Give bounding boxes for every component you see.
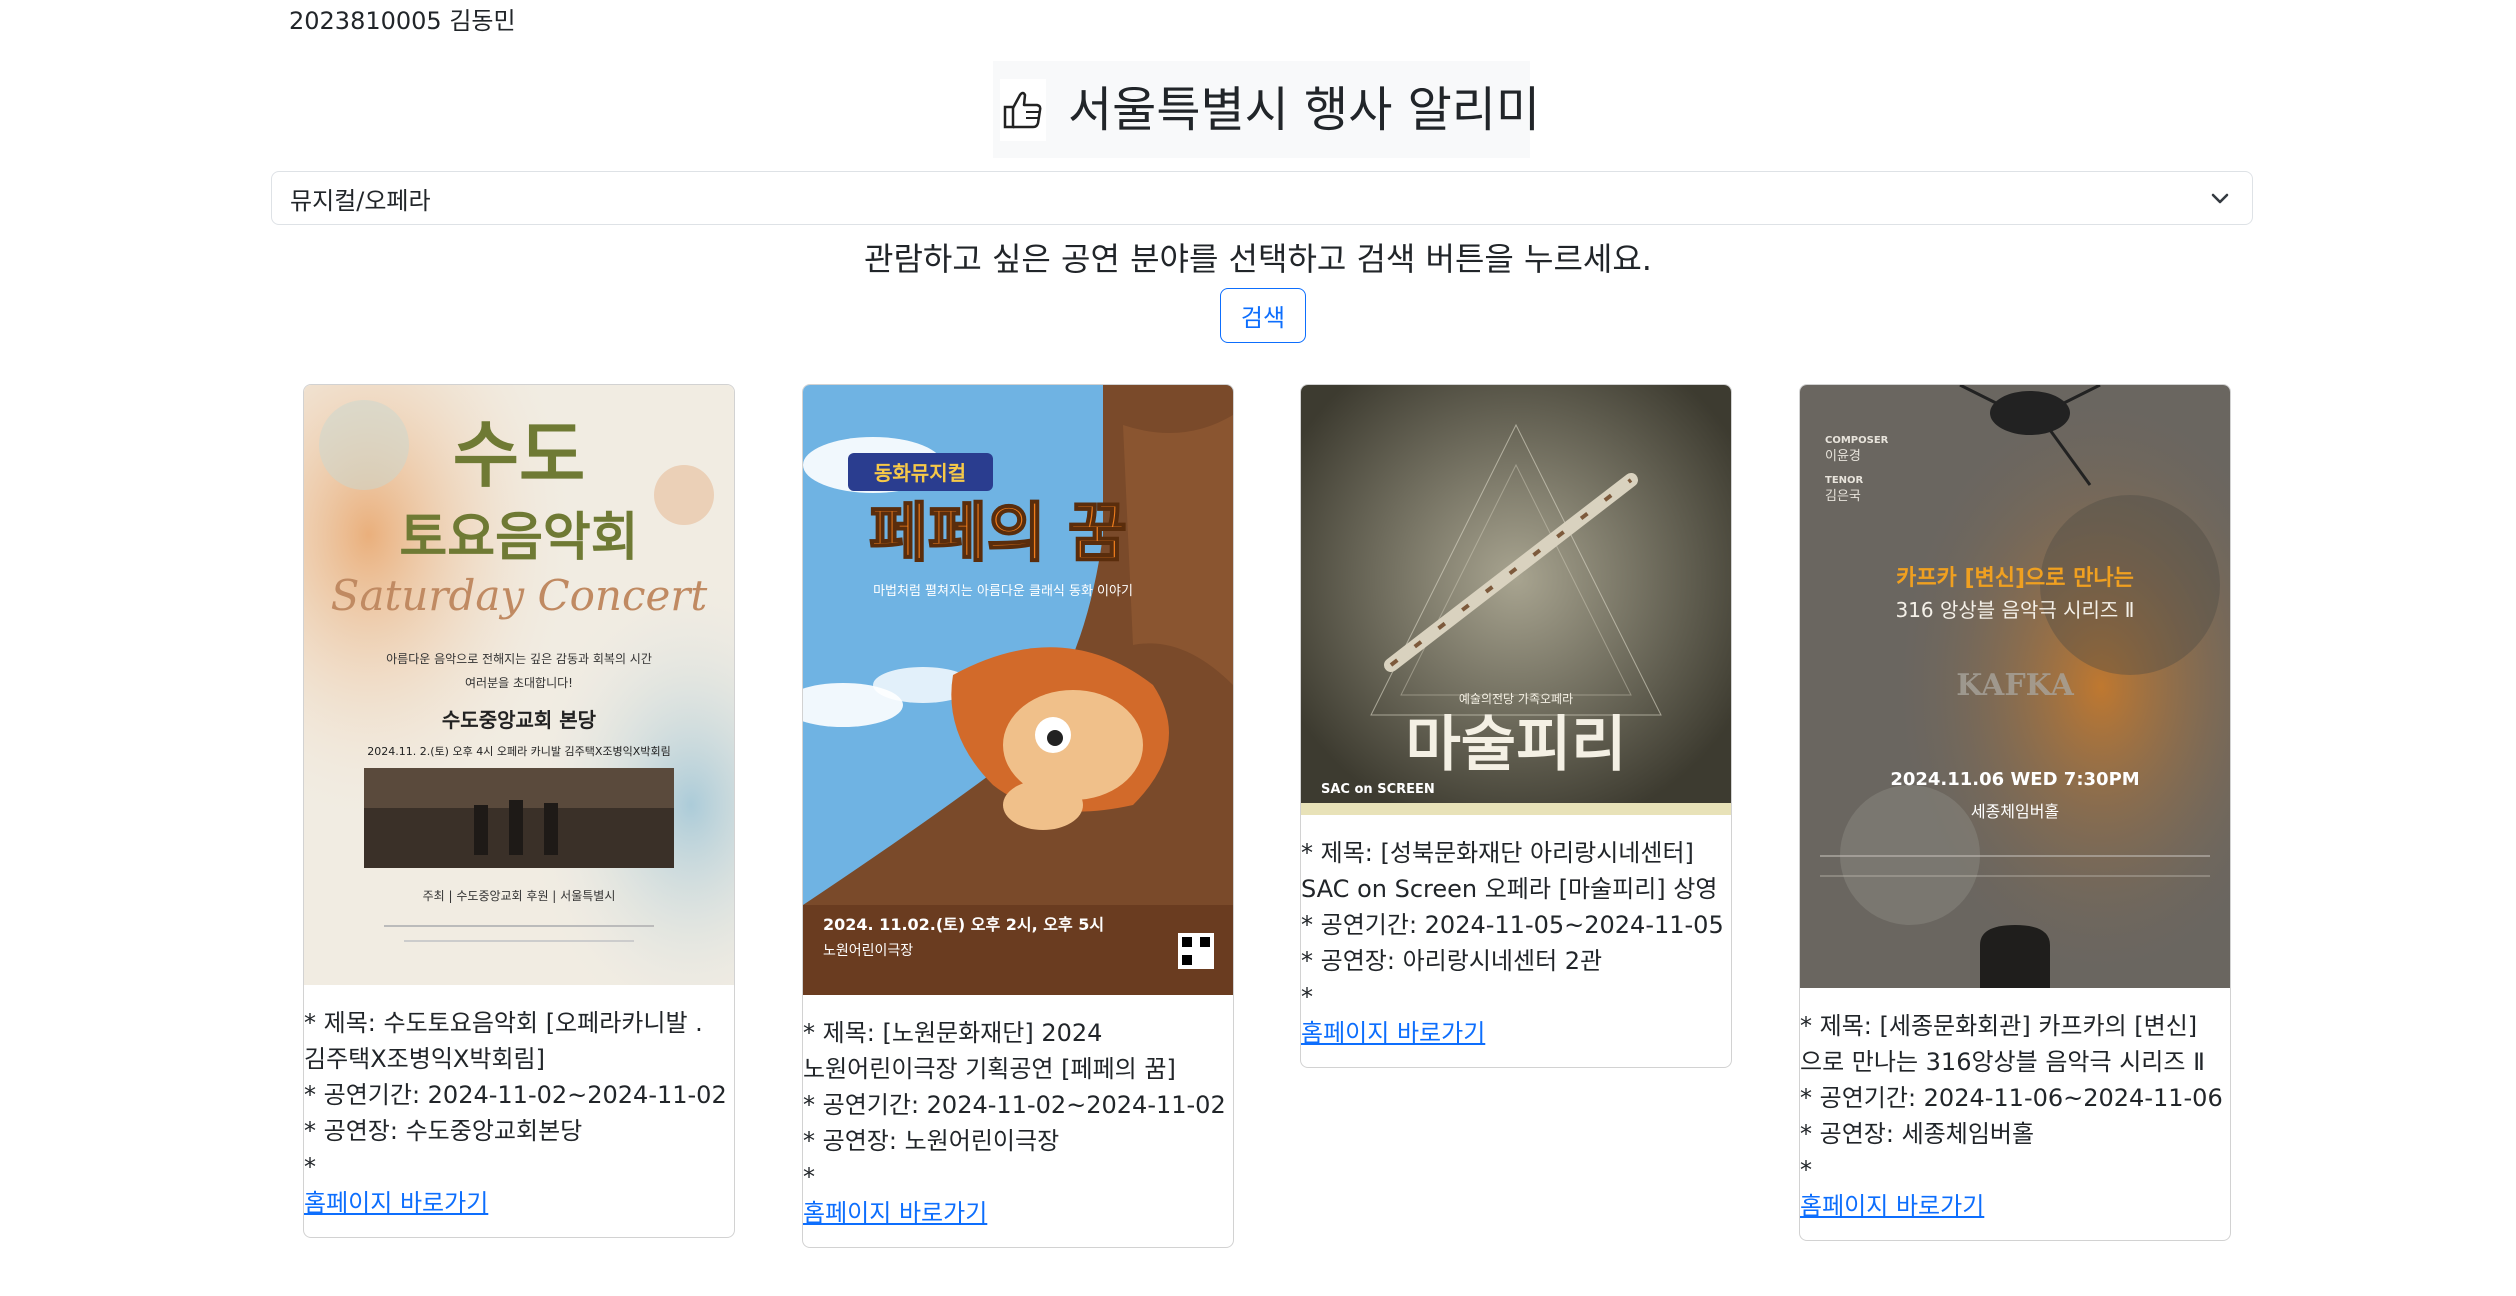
- event-extra: *: [1800, 1156, 1812, 1184]
- poster-image[interactable]: 예술의전당 가족오페라 마술피리 SAC on SCREEN: [1301, 385, 1731, 815]
- poster-tenor: 김은국: [1825, 489, 1861, 504]
- event-extra: *: [803, 1163, 815, 1191]
- event-title: * 제목: 수도토요음악회 [오페라카니발 . 김주택X조병익X박회림]: [304, 1009, 703, 1073]
- event-card: COMPOSER 이윤경 TENOR 김은국 카프카 [변신]으로 만나는 31…: [1799, 384, 2231, 1241]
- poster-headline: 페페의 꿈: [869, 497, 1127, 571]
- poster-host: 주최 | 수도중앙교회 후원 | 서울특별시: [423, 889, 616, 903]
- poster-place: 세종체임버홀: [1971, 802, 2059, 821]
- thumbs-up-icon: [1000, 78, 1046, 141]
- poster-sub: 예술의전당 가족오페라: [1459, 692, 1573, 706]
- homepage-link[interactable]: 홈페이지 바로가기: [803, 1195, 987, 1231]
- poster-image[interactable]: 수도 토요음악회 Saturday Concert 아름다운 음악으로 전해지는…: [304, 385, 734, 985]
- poster-desc-1: 아름다운 음악으로 전해지는 깊은 감동과 회복의 시간: [386, 652, 652, 666]
- card-body: * 제목: [노원문화재단] 2024 노원어린이극장 기획공연 [페페의 꿈]…: [803, 995, 1233, 1247]
- event-title: * 제목: [세종문화회관] 카프카의 [변신]으로 만나는 316앙상블 음악…: [1800, 1012, 2205, 1076]
- instruction-text: 관람하고 싶은 공연 분야를 선택하고 검색 버튼을 누르세요.: [864, 240, 1652, 278]
- event-title: * 제목: [성북문화재단 아리랑시네센터] SAC on Screen 오페라…: [1301, 839, 1718, 903]
- event-period: * 공연기간: 2024-11-05~2024-11-05: [1301, 911, 1724, 939]
- poster-headline: 마술피리: [1406, 710, 1627, 780]
- poster-place: 노원어린이극장: [823, 943, 913, 959]
- poster-place: 수도중앙교회 본당: [442, 708, 597, 732]
- event-venue: * 공연장: 세종체임버홀: [1800, 1120, 2035, 1148]
- poster-date: 2024. 11.02.(토) 오후 2시, 오후 5시: [823, 915, 1104, 934]
- poster-script: Saturday Concert: [331, 571, 708, 620]
- page: 2023810005 김동민 서울특별시 행사 알리미 뮤지컬/오페라 관람하고…: [0, 0, 2516, 1296]
- poster-tenor-label: TENOR: [1825, 475, 1864, 486]
- event-card: 동화뮤지컬 페페의 꿈 마법처럼 펼쳐지는 아름다운 클래식 동화 이야기 20…: [802, 384, 1234, 1248]
- event-venue: * 공연장: 노원어린이극장: [803, 1127, 1060, 1155]
- poster-sub: 마법처럼 펼쳐지는 아름다운 클래식 동화 이야기: [873, 584, 1133, 599]
- poster-brand: SAC on SCREEN: [1321, 782, 1435, 797]
- poster-composer-label: COMPOSER: [1825, 435, 1889, 446]
- poster-image[interactable]: 동화뮤지컬 페페의 꿈 마법처럼 펼쳐지는 아름다운 클래식 동화 이야기 20…: [803, 385, 1233, 995]
- poster-headline-1: 카프카 [변신]으로 만나는: [1896, 566, 2134, 591]
- event-title: * 제목: [노원문화재단] 2024 노원어린이극장 기획공연 [페페의 꿈]: [803, 1019, 1176, 1083]
- poster-date: 2024.11.06 WED 7:30PM: [1890, 769, 2139, 790]
- event-card: 예술의전당 가족오페라 마술피리 SAC on SCREEN * 제목: [성북…: [1300, 384, 1732, 1068]
- poster-composer: 이윤경: [1825, 449, 1861, 464]
- event-venue: * 공연장: 아리랑시네센터 2관: [1301, 947, 1603, 975]
- event-extra: *: [304, 1153, 316, 1181]
- search-button[interactable]: 검색: [1220, 288, 1306, 343]
- poster-headline-2: 토요음악회: [399, 508, 638, 568]
- event-extra: *: [1301, 983, 1313, 1011]
- poster-tag: 동화뮤지컬: [874, 461, 966, 485]
- poster-image[interactable]: COMPOSER 이윤경 TENOR 김은국 카프카 [변신]으로 만나는 31…: [1800, 385, 2230, 988]
- event-period: * 공연기간: 2024-11-02~2024-11-02: [304, 1081, 727, 1109]
- poster-headline-2: 316 앙상블 음악극 시리즈 Ⅱ: [1895, 598, 2134, 622]
- card-body: * 제목: [성북문화재단 아리랑시네센터] SAC on Screen 오페라…: [1301, 815, 1731, 1067]
- poster-desc-2: 여러분을 초대합니다!: [465, 676, 573, 690]
- poster-date: 2024.11. 2.(토) 오후 4시 오페라 카니발 김주택X조병익X박회림: [367, 745, 670, 758]
- homepage-link[interactable]: 홈페이지 바로가기: [1800, 1188, 1984, 1224]
- title-banner: 서울특별시 행사 알리미: [993, 61, 1540, 158]
- student-info: 2023810005 김동민: [289, 7, 516, 35]
- card-body: * 제목: [세종문화회관] 카프카의 [변신]으로 만나는 316앙상블 음악…: [1800, 988, 2230, 1240]
- event-period: * 공연기간: 2024-11-02~2024-11-02: [803, 1091, 1226, 1119]
- event-card: 수도 토요음악회 Saturday Concert 아름다운 음악으로 전해지는…: [303, 384, 735, 1238]
- category-select[interactable]: 뮤지컬/오페라: [271, 171, 2253, 225]
- page-title: 서울특별시 행사 알리미: [1068, 81, 1541, 138]
- category-select-value: 뮤지컬/오페라: [290, 186, 431, 215]
- homepage-link[interactable]: 홈페이지 바로가기: [1301, 1015, 1485, 1051]
- homepage-link[interactable]: 홈페이지 바로가기: [304, 1185, 488, 1221]
- event-venue: * 공연장: 수도중앙교회본당: [304, 1117, 583, 1145]
- poster-kafka: KAFKA: [1956, 668, 2074, 703]
- event-period: * 공연기간: 2024-11-06~2024-11-06: [1800, 1084, 2223, 1112]
- chevron-down-icon: [2211, 193, 2229, 204]
- card-body: * 제목: 수도토요음악회 [오페라카니발 . 김주택X조병익X박회림] * 공…: [304, 985, 734, 1237]
- poster-headline-1: 수도: [453, 413, 585, 497]
